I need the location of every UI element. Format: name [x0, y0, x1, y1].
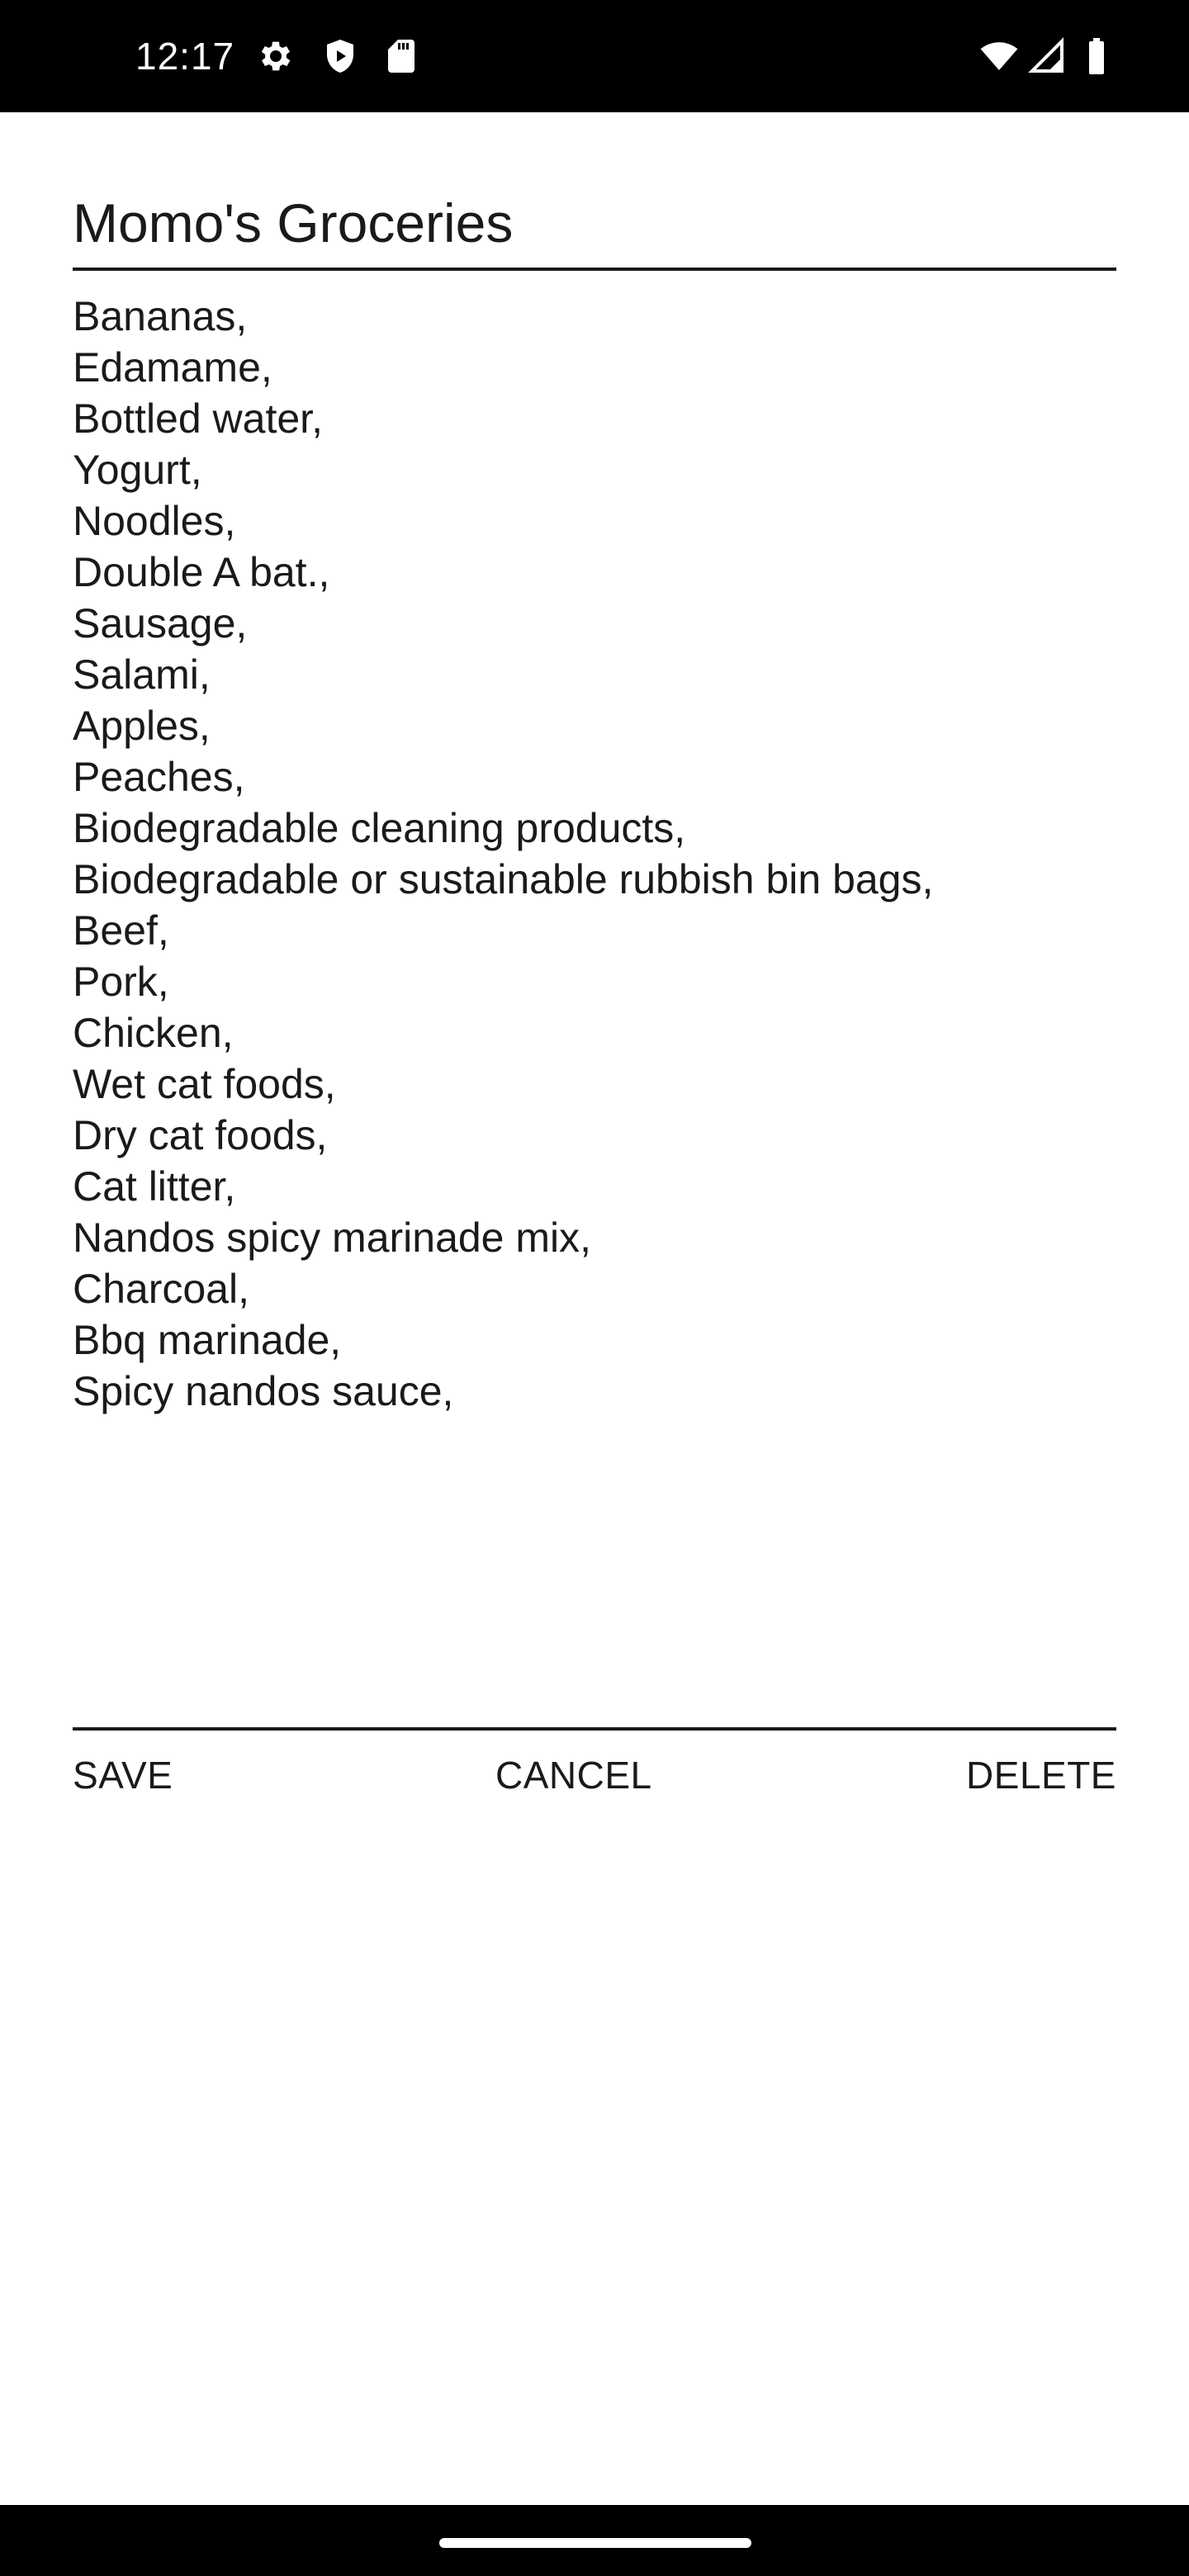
navigation-bar [0, 2505, 1189, 2576]
delete-button[interactable]: DELETE [966, 1742, 1116, 1808]
list-item: Sausage, [73, 600, 248, 646]
list-item: Apples, [73, 703, 211, 749]
list-item: Cat litter, [73, 1163, 236, 1210]
list-item: Bbq marinade, [73, 1317, 342, 1363]
list-item: Wet cat foods, [73, 1061, 336, 1107]
cell-signal-icon [1027, 36, 1067, 76]
grocery-list: Bananas, Edamame, Bottled water, Yogurt, Noo… [73, 291, 1116, 1417]
list-item: Charcoal, [73, 1266, 249, 1312]
list-item: Beef, [73, 907, 169, 954]
list-item: Nandos spicy marinade mix, [73, 1215, 592, 1261]
list-item: Salami, [73, 651, 211, 698]
wifi-icon [979, 36, 1019, 76]
gear-icon [256, 36, 296, 76]
note-title: Momo's Groceries [73, 192, 514, 253]
list-item: Pork, [73, 959, 169, 1005]
battery-icon [1080, 36, 1113, 76]
cancel-button[interactable]: CANCEL [495, 1742, 652, 1808]
status-time: 12:17 [135, 35, 235, 78]
list-item: Dry cat foods, [73, 1112, 328, 1158]
list-item: Noodles, [73, 498, 236, 544]
list-item: Yogurt, [73, 447, 202, 493]
list-item: Chicken, [73, 1010, 234, 1056]
home-handle[interactable] [439, 2538, 751, 2548]
list-item: Edamame, [73, 344, 272, 391]
list-item: Peaches, [73, 754, 245, 800]
shield-icon [320, 36, 360, 76]
action-bar: SAVE CANCEL DELETE [73, 1742, 1116, 1808]
sd-card-icon [381, 36, 421, 76]
list-item: Biodegradable cleaning products, [73, 805, 686, 851]
list-item: Double A bat., [73, 549, 330, 595]
note-body-field[interactable]: Bananas, Edamame, Bottled water, Yogurt, Noo… [73, 291, 1116, 1731]
list-item: Bananas, [73, 293, 248, 339]
list-item: Biodegradable or sustainable rubbish bin… [73, 856, 934, 902]
list-item: Bottled water, [73, 395, 323, 442]
note-title-field[interactable]: Momo's Groceries [73, 182, 1116, 271]
list-item: Spicy nandos sauce, [73, 1368, 454, 1414]
save-button[interactable]: SAVE [73, 1742, 173, 1808]
status-bar: 12:17 [0, 0, 1189, 112]
